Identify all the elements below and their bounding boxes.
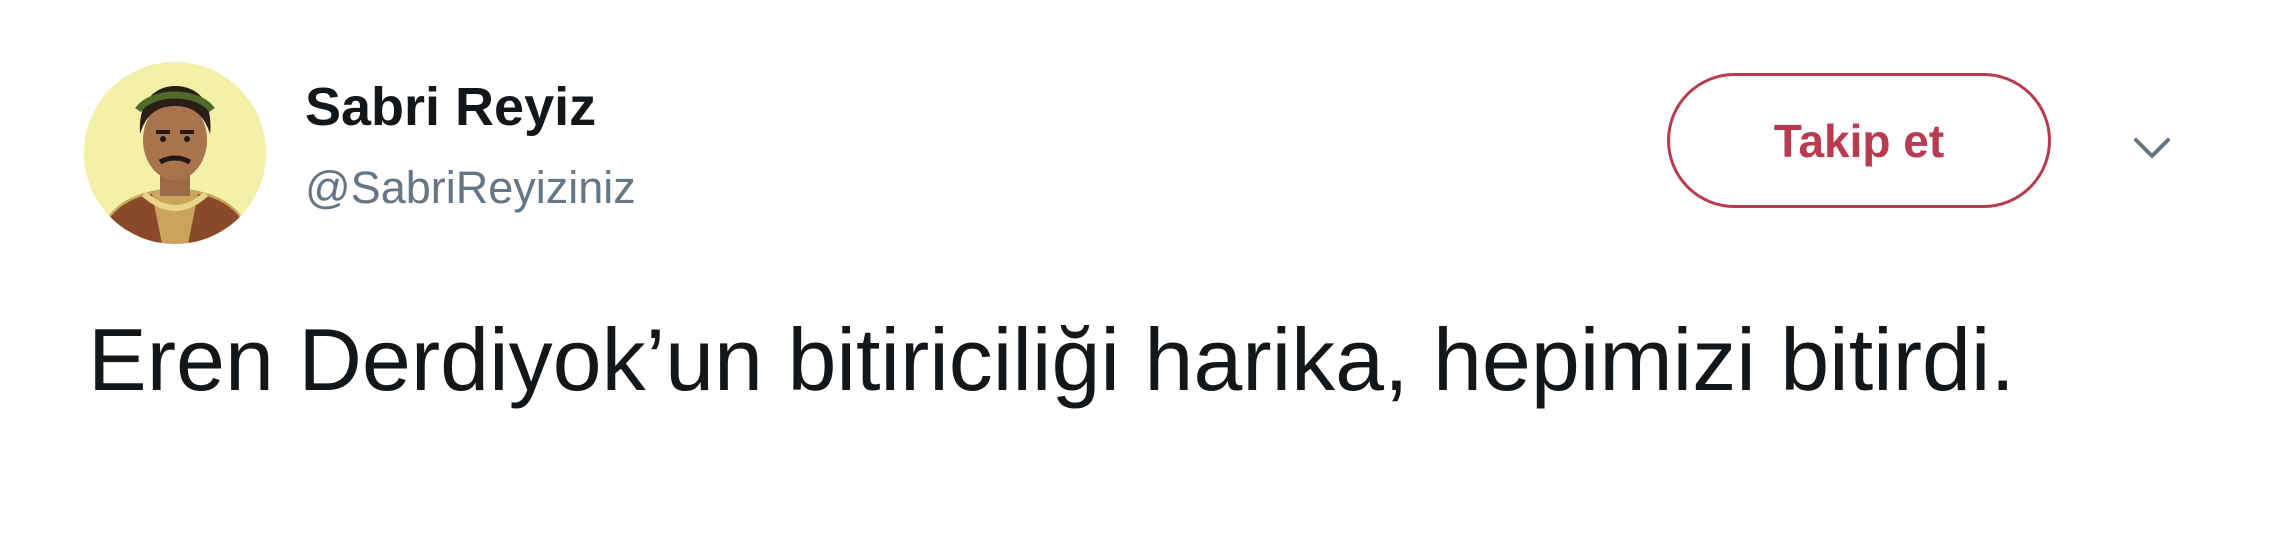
tweet-card: Sabri Reyiz @SabriReyiziniz Takip et Ere… xyxy=(0,0,2273,555)
follow-button[interactable]: Takip et xyxy=(1667,73,2051,208)
avatar-image xyxy=(84,62,266,244)
user-handle[interactable]: @SabriReyiziniz xyxy=(305,160,636,216)
chevron-down-icon[interactable] xyxy=(2128,124,2176,172)
avatar[interactable] xyxy=(84,62,266,244)
display-name[interactable]: Sabri Reyiz xyxy=(305,74,596,140)
tweet-text: Eren Derdiyok’un bitiriciliği harika, he… xyxy=(88,310,2015,409)
